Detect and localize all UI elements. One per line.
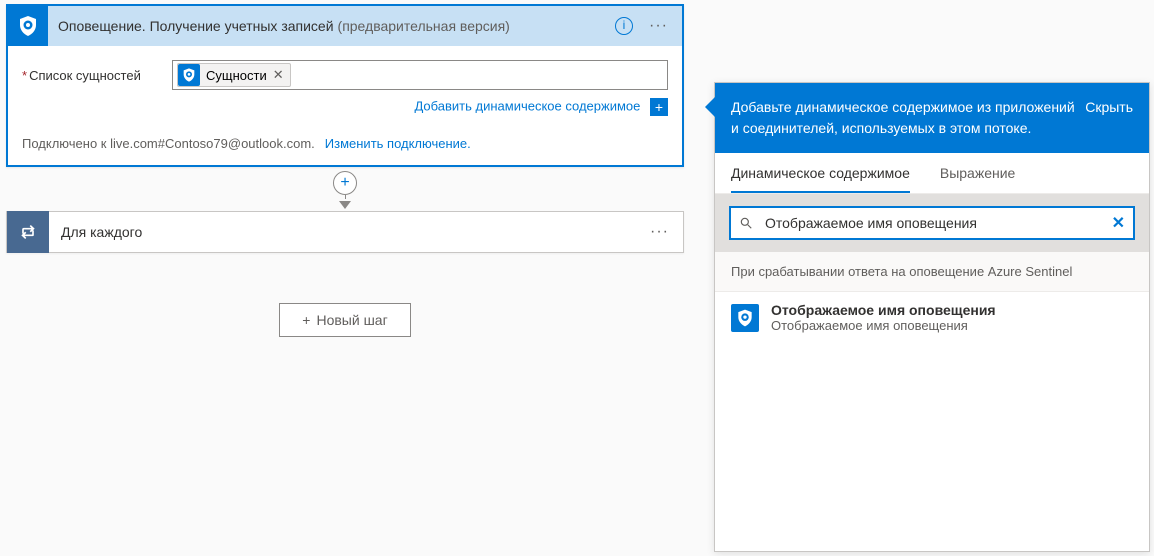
token-remove-icon[interactable]: ✕	[273, 67, 284, 83]
action-card-body: *Список сущностей Сущности ✕ Добавить ди…	[8, 46, 682, 128]
action-card-for-each[interactable]: Для каждого ···	[6, 211, 684, 253]
plus-icon: +	[302, 312, 310, 328]
add-dynamic-row: Добавить динамическое содержимое +	[22, 90, 668, 120]
change-connection-link[interactable]: Изменить подключение.	[325, 136, 471, 151]
action-menu-ellipsis[interactable]: ···	[643, 17, 674, 35]
dynamic-panel-header: Добавьте динамическое содержимое из прил…	[715, 83, 1149, 153]
search-icon	[739, 216, 753, 230]
dynamic-tabs: Динамическое содержимое Выражение	[715, 153, 1149, 194]
flow-canvas: Оповещение. Получение учетных записей (п…	[0, 0, 690, 556]
dynamic-item-alert-display-name[interactable]: Отображаемое имя оповещения Отображаемое…	[715, 292, 1149, 343]
action-menu-ellipsis[interactable]: ···	[644, 223, 675, 241]
connection-row: Подключено к live.com#Contoso79@outlook.…	[8, 128, 682, 165]
param-row-entities: *Список сущностей Сущности ✕	[22, 60, 668, 90]
token-entities[interactable]: Сущности ✕	[177, 63, 291, 87]
info-icon[interactable]: i	[615, 17, 633, 35]
action-card-header[interactable]: Оповещение. Получение учетных записей (п…	[8, 6, 682, 46]
new-step-button[interactable]: +Новый шаг	[279, 303, 410, 337]
sentinel-shield-icon	[8, 6, 48, 46]
param-input-entities[interactable]: Сущности ✕	[172, 60, 668, 90]
action-card-get-accounts: Оповещение. Получение учетных записей (п…	[6, 4, 684, 167]
dynamic-group-header: При срабатывании ответа на оповещение Az…	[715, 252, 1149, 292]
connector-arrow: +	[0, 171, 690, 209]
token-label: Сущности	[206, 68, 267, 83]
dynamic-search-box[interactable]: ✕	[729, 206, 1135, 240]
clear-search-icon[interactable]: ✕	[1112, 213, 1125, 233]
sentinel-shield-icon	[731, 304, 759, 332]
new-step-area: +Новый шаг	[0, 303, 690, 337]
param-label: *Список сущностей	[22, 68, 172, 83]
dynamic-search-input[interactable]	[763, 214, 1112, 232]
connection-status: Подключено к live.com#Contoso79@outlook.…	[22, 136, 315, 151]
dynamic-item-title: Отображаемое имя оповещения	[771, 302, 996, 318]
action-subtitle: (предварительная версия)	[334, 18, 615, 34]
add-dynamic-link[interactable]: Добавить динамическое содержимое	[414, 98, 640, 113]
dynamic-search-area: ✕	[715, 194, 1149, 252]
hide-panel-link[interactable]: Скрыть	[1085, 97, 1133, 118]
action-title: Оповещение. Получение учетных записей	[48, 18, 334, 34]
loop-icon	[7, 211, 49, 253]
tab-expression[interactable]: Выражение	[940, 153, 1015, 193]
dynamic-header-text: Добавьте динамическое содержимое из прил…	[731, 97, 1075, 139]
for-each-title: Для каждого	[49, 224, 644, 240]
insert-step-button[interactable]: +	[333, 171, 357, 195]
add-dynamic-plus-button[interactable]: +	[650, 98, 668, 116]
dynamic-item-text: Отображаемое имя оповещения Отображаемое…	[771, 302, 996, 333]
sentinel-shield-icon	[178, 64, 200, 86]
tab-dynamic-content[interactable]: Динамическое содержимое	[731, 153, 910, 193]
dynamic-content-panel: Добавьте динамическое содержимое из прил…	[714, 82, 1150, 552]
arrow-down-icon	[339, 201, 351, 209]
dynamic-item-desc: Отображаемое имя оповещения	[771, 318, 996, 333]
